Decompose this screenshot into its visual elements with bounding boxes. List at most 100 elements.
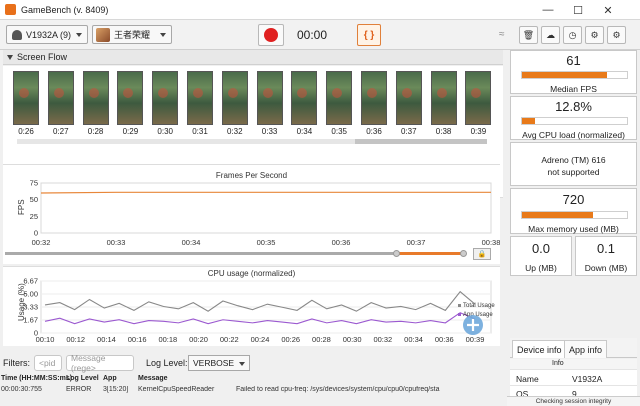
json-export-button[interactable]: { } bbox=[357, 24, 381, 46]
chevron-down-icon bbox=[160, 33, 166, 37]
advanced-settings-button[interactable]: ⚙ bbox=[607, 26, 626, 44]
screen-flow-frame[interactable] bbox=[326, 71, 353, 125]
screen-flow-time: 0:37 bbox=[401, 127, 417, 136]
screen-flow-frame[interactable] bbox=[117, 71, 144, 125]
col-log-level[interactable]: Log Level bbox=[66, 375, 99, 382]
app-usage-line bbox=[44, 312, 476, 325]
range-selection[interactable] bbox=[398, 252, 464, 255]
table-row[interactable]: Name V1932A bbox=[510, 371, 637, 386]
log-message: Failed to read cpu-freq: /sys/devices/sy… bbox=[236, 386, 440, 393]
cpu-load-value: 12.8% bbox=[555, 99, 592, 114]
time-range-slider[interactable] bbox=[5, 250, 467, 257]
cpu-load-label: Avg CPU load (normalized) bbox=[522, 130, 625, 140]
screen-flow-scrollbar[interactable] bbox=[7, 138, 499, 144]
memory-bar bbox=[521, 211, 628, 219]
screen-flow-frame[interactable] bbox=[13, 71, 39, 125]
gears-icon: ⚙ bbox=[612, 29, 621, 40]
title-bar: GameBench (v. 8409) — ☐ ✕ bbox=[0, 0, 640, 20]
tab-device-info[interactable]: Device info bbox=[512, 340, 567, 358]
lock-zoom-button[interactable]: 🔒 bbox=[473, 248, 491, 260]
device-select[interactable]: V1932A (9) bbox=[6, 25, 88, 44]
device-info-header-row: Info bbox=[510, 359, 637, 370]
screen-flow-time: 0:34 bbox=[296, 127, 313, 136]
range-start-handle[interactable] bbox=[393, 250, 400, 257]
memory-card: 720 Max memory used (MB) bbox=[510, 188, 637, 234]
app-select-value: 王者荣耀 bbox=[114, 30, 151, 40]
table-row[interactable]: 00:00:30:755 ERROR 3[15:20] KernelCpuSpe… bbox=[0, 386, 505, 396]
fps-y-tick: 50 bbox=[30, 195, 38, 204]
trash-button[interactable]: 🗑 bbox=[519, 26, 538, 44]
screen-flow-frame[interactable] bbox=[152, 71, 179, 125]
app-select[interactable]: 王者荣耀 bbox=[92, 25, 172, 44]
pid-filter-input[interactable]: <pid bbox=[34, 355, 62, 371]
log-level-select[interactable]: VERBOSE bbox=[188, 355, 250, 371]
screen-flow-time: 0:28 bbox=[87, 127, 104, 136]
minimize-icon[interactable]: — bbox=[535, 0, 561, 20]
screen-flow-header[interactable]: Screen Flow bbox=[3, 50, 503, 65]
status-bar: Checking session integrity bbox=[507, 396, 640, 406]
gpu-name: Adreno (TM) 616 bbox=[541, 155, 606, 165]
range-end-handle[interactable] bbox=[460, 250, 467, 257]
history-button[interactable]: ◷ bbox=[563, 26, 582, 44]
screen-flow-frame[interactable] bbox=[82, 71, 109, 125]
fps-plot-area bbox=[40, 182, 492, 234]
cloud-upload-button[interactable]: ☁ bbox=[541, 26, 560, 44]
screen-flow-frame[interactable] bbox=[361, 71, 387, 125]
fps-x-tick: 00:32 bbox=[32, 238, 51, 247]
fps-y-tick: 0 bbox=[34, 229, 38, 238]
median-fps-card: 61 Median FPS bbox=[510, 50, 637, 94]
network-down-card: 0.1 Down (MB) bbox=[575, 236, 637, 276]
screen-flow-frame[interactable] bbox=[256, 71, 283, 125]
message-filter-input[interactable]: Message (rege> bbox=[66, 353, 134, 373]
cpu-x-tick: 00:34 bbox=[404, 335, 423, 344]
memory-value: 720 bbox=[562, 192, 585, 207]
median-fps-label: Median FPS bbox=[550, 84, 597, 94]
screen-flow-frame[interactable] bbox=[465, 71, 492, 125]
network-up-value: 0.0 bbox=[531, 241, 551, 256]
cpu-plot: 6.675.003.331.67000:10 00:12 00:14 00:16 00:… bbox=[23, 277, 495, 345]
gear-icon: ⚙ bbox=[590, 29, 599, 40]
scrollbar-thumb[interactable] bbox=[355, 139, 487, 144]
trash-icon: 🗑 bbox=[522, 29, 535, 40]
screen-flow-time: 0:36 bbox=[366, 127, 382, 136]
screen-flow-time: 0:32 bbox=[227, 127, 243, 136]
fps-chart: Frames Per Second FPS 75 50 25 0 00:32 00:33 0… bbox=[3, 164, 500, 264]
cpu-chart: CPU usage (normalized) Usage (%) 6.67 5.0… bbox=[3, 266, 500, 346]
col-app[interactable]: App bbox=[103, 375, 117, 382]
col-time[interactable]: Time (HH:MM:SS:ms) bbox=[1, 375, 72, 382]
device-select-value: V1932A (9) bbox=[26, 29, 72, 40]
network-up-card: 0.0 Up (MB) bbox=[510, 236, 572, 276]
fps-y-tick: 75 bbox=[30, 179, 38, 188]
maximize-icon[interactable]: ☐ bbox=[565, 0, 591, 20]
screen-flow-frame[interactable] bbox=[221, 71, 248, 125]
settings-button[interactable]: ⚙ bbox=[585, 26, 604, 44]
screen-flow-frame[interactable] bbox=[291, 71, 318, 125]
gpu-status: not supported bbox=[547, 167, 600, 177]
wifi-icon: ≈ bbox=[499, 29, 505, 40]
session-timer: 00:00 bbox=[297, 28, 328, 42]
col-message[interactable]: Message bbox=[138, 375, 168, 382]
record-icon bbox=[264, 28, 278, 42]
cpu-x-tick: 00:16 bbox=[128, 335, 147, 344]
cpu-y-tick: 3.33 bbox=[23, 303, 38, 312]
cloud-upload-icon: ☁ bbox=[546, 29, 555, 40]
screen-flow-frame[interactable] bbox=[47, 71, 74, 125]
chevron-down-icon bbox=[239, 362, 245, 366]
cpu-y-tick: 6.67 bbox=[23, 277, 38, 286]
screen-flow-time: 0:30 bbox=[157, 127, 173, 136]
close-icon[interactable]: ✕ bbox=[595, 0, 621, 20]
cpu-x-tick: 00:12 bbox=[66, 335, 85, 344]
screen-flow-frame[interactable] bbox=[187, 71, 213, 125]
legend-total-label: Total Usage bbox=[463, 303, 495, 309]
main-panel: Screen Flow 0:26 0:27 0:28 0:29 0:30 0:31 0:32… bbox=[0, 50, 505, 406]
tab-app-info[interactable]: App info bbox=[564, 340, 608, 358]
total-usage-line bbox=[44, 290, 476, 312]
screen-flow-frame[interactable] bbox=[430, 71, 457, 125]
screen-flow-frame[interactable] bbox=[395, 71, 422, 125]
history-icon: ◷ bbox=[568, 29, 577, 40]
legend-total-swatch bbox=[458, 304, 461, 307]
log-table-header: Time (HH:MM:SS:ms) Log Level App Message bbox=[0, 375, 505, 385]
screen-flow-time: 0:27 bbox=[53, 127, 69, 136]
record-button[interactable] bbox=[258, 24, 284, 46]
info-tabs: Device info App info bbox=[510, 338, 637, 358]
